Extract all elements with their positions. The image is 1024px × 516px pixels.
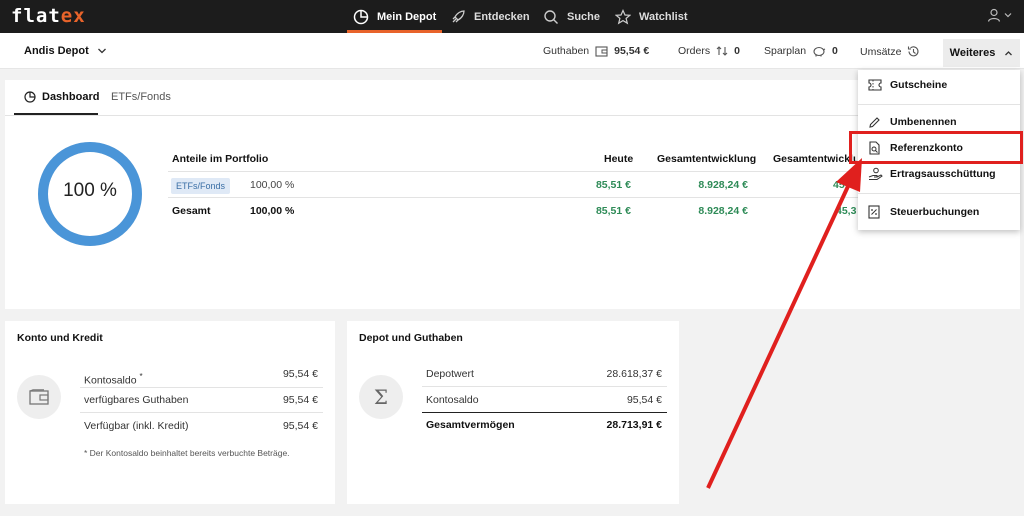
annotation-arrow [706,158,862,489]
